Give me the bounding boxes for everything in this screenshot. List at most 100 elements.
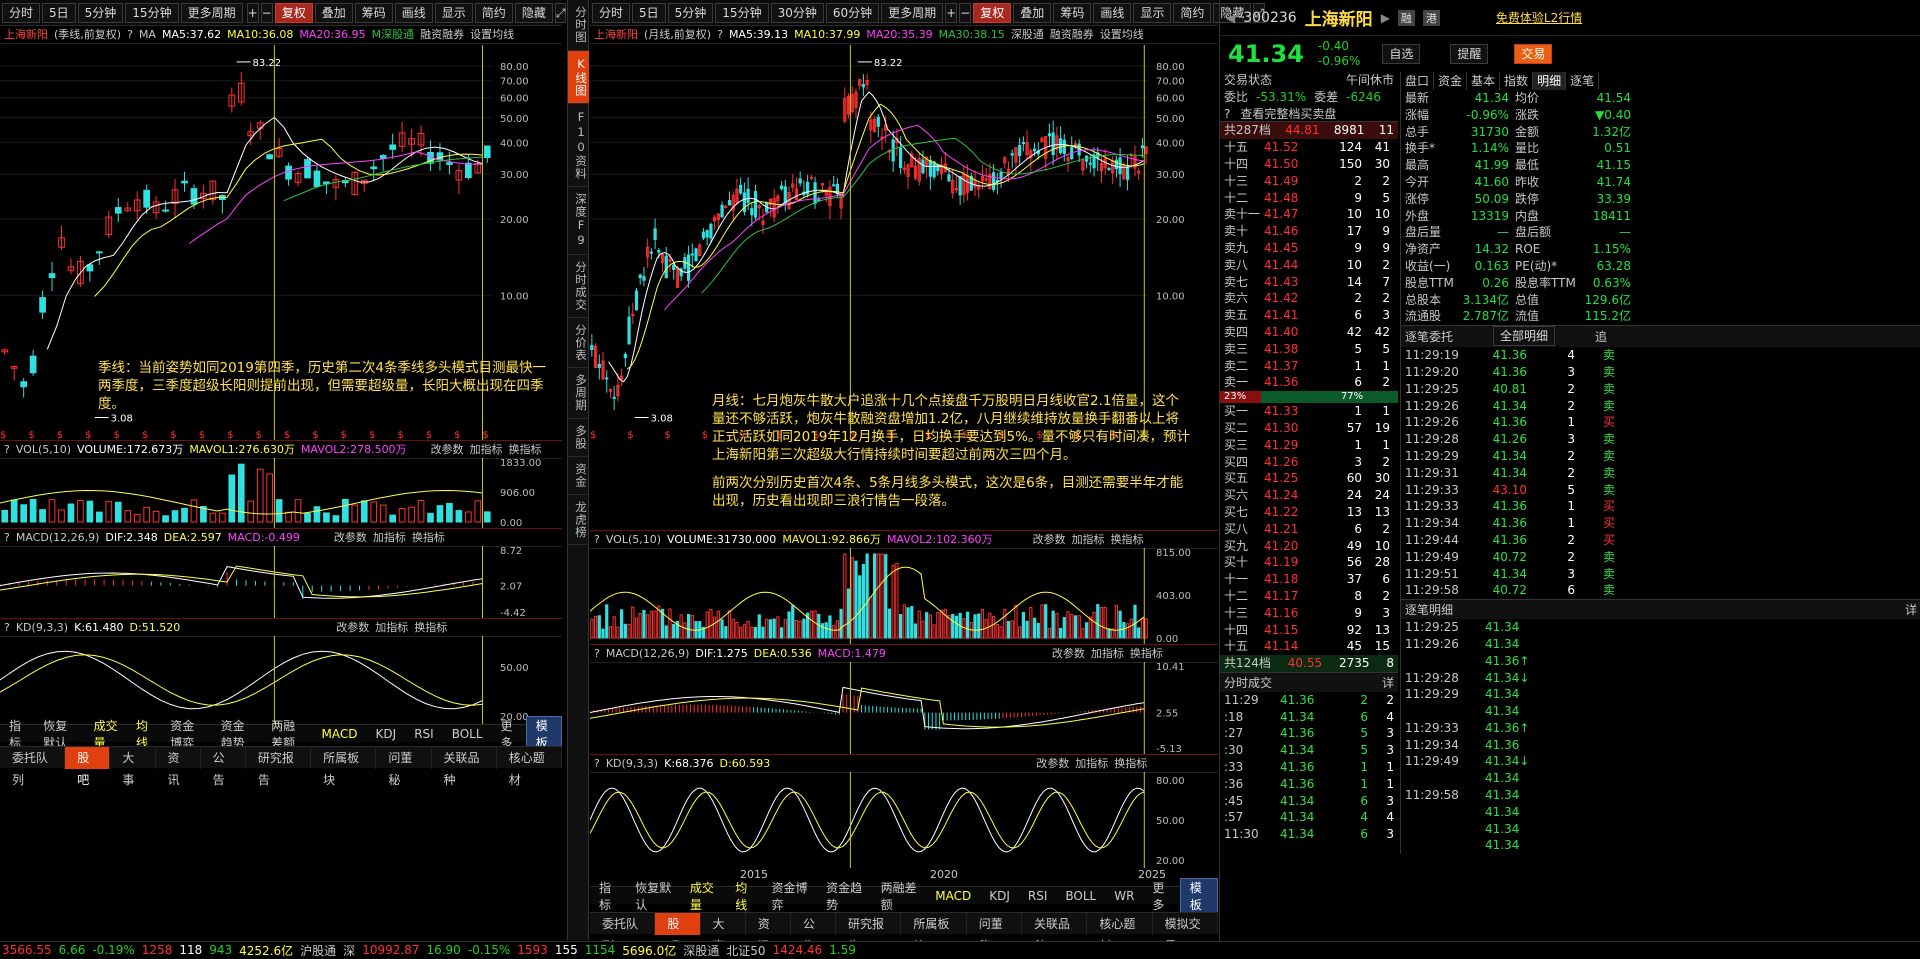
tab-item[interactable]: 指标 [590, 879, 626, 913]
period-fenshi[interactable]: 分时 [2, 2, 41, 23]
add-indicator-link[interactable]: 加指标 [373, 531, 406, 544]
ask-row[interactable]: 卖七 41.43 14 7 [1220, 274, 1398, 291]
tab-item[interactable]: 委托队列 [590, 912, 656, 953]
help-icon[interactable]: ? [594, 647, 600, 660]
set-ma-link[interactable]: 设置均线 [470, 28, 514, 41]
ask-row[interactable]: 十三 41.49 2 2 [1220, 173, 1398, 190]
sh-index[interactable]: 3566.55 [2, 943, 52, 957]
tab-item[interactable]: WR [1105, 889, 1143, 903]
watchlist-button[interactable]: 自选 [1382, 44, 1421, 64]
free-l2-link[interactable]: 免费体验L2行情 [1496, 9, 1582, 26]
margin-link[interactable]: 融资融券 [420, 28, 464, 41]
vtab-item[interactable]: 深度F9 [568, 187, 589, 255]
draw-line-button[interactable]: 画线 [394, 2, 433, 23]
bid-row[interactable]: 买四 41.26 3 2 [1220, 454, 1398, 471]
ticks-detail-button[interactable]: 详 [1382, 673, 1394, 692]
tab-item[interactable]: 两融差额 [872, 879, 927, 913]
tab-item[interactable]: KDJ [980, 889, 1019, 903]
expand-icon[interactable]: ⤢ [554, 2, 567, 23]
adjust-button[interactable]: 复权 [973, 2, 1012, 23]
ask-row[interactable]: 卖四 41.40 42 42 [1220, 324, 1398, 341]
tab-item[interactable]: RSI [405, 727, 443, 741]
full-book-link[interactable]: ? 查看完整档买卖盘 [1220, 106, 1398, 123]
bz-index[interactable]: 1424.46 [773, 943, 823, 957]
add-indicator-link[interactable]: 加指标 [1091, 647, 1124, 660]
sgt-link[interactable]: 深股通 [683, 942, 719, 959]
period-fenshi[interactable]: 分时 [592, 2, 631, 23]
tab-item[interactable]: 核心题材 [497, 746, 562, 787]
swap-indicator-link[interactable]: 换指标 [1130, 647, 1163, 660]
ask-row[interactable]: 卖五 41.41 6 3 [1220, 307, 1398, 324]
tab-item[interactable]: 股吧 [65, 746, 111, 787]
bid-row[interactable]: 十二 41.17 8 2 [1220, 588, 1398, 605]
bid-row[interactable]: 十一 41.18 37 6 [1220, 571, 1398, 588]
add-indicator-link[interactable]: 加指标 [1075, 757, 1108, 770]
tab-item[interactable]: 问董秘 [376, 746, 432, 787]
bid-row[interactable]: 买八 41.21 6 2 [1220, 521, 1398, 538]
edit-params-link[interactable]: 改参数 [431, 443, 464, 456]
tab-item[interactable]: 股吧 [655, 912, 701, 953]
simple-button[interactable]: 简约 [1173, 2, 1212, 23]
tab-item[interactable]: 研究报告 [246, 746, 312, 787]
margin-link[interactable]: 融资融券 [1050, 28, 1094, 41]
ask-row[interactable]: 十四 41.50 150 30 [1220, 156, 1398, 173]
detail-tab[interactable]: 盘口 [1401, 72, 1435, 90]
period-5min[interactable]: 5分钟 [667, 2, 714, 23]
ask-row[interactable]: 卖一 41.36 6 2 [1220, 374, 1398, 391]
swap-indicator-link[interactable]: 换指标 [1114, 757, 1147, 770]
edit-params-link[interactable]: 改参数 [1033, 533, 1066, 546]
detail-tab[interactable]: 资金 [1434, 72, 1468, 90]
zbwt-back-button[interactable]: 追 [1595, 326, 1607, 347]
help-icon[interactable]: ? [594, 757, 600, 770]
tab-item[interactable]: 均线 [726, 879, 762, 913]
bid-row[interactable]: 买五 41.25 60 30 [1220, 470, 1398, 487]
alert-button[interactable]: 提醒 [1450, 44, 1489, 64]
detail-tab[interactable]: 基本 [1467, 72, 1501, 90]
bid-row[interactable]: 买七 41.22 13 13 [1220, 504, 1398, 521]
period-more[interactable]: 更多周期 [881, 2, 944, 23]
zbmx-detail-button[interactable]: 详 [1905, 600, 1917, 619]
minus-icon[interactable]: − [959, 2, 972, 23]
tab-item[interactable]: 资讯 [746, 912, 791, 953]
tab-item[interactable]: 模拟交易 [1153, 912, 1219, 953]
draw-line-button[interactable]: 画线 [1093, 2, 1132, 23]
period-more[interactable]: 更多周期 [180, 2, 243, 23]
bid-row[interactable]: 买三 41.29 1 1 [1220, 437, 1398, 454]
ask-row[interactable]: 卖六 41.42 2 2 [1220, 290, 1398, 307]
hgt-link[interactable]: 沪股通 [300, 942, 336, 959]
tab-item[interactable]: BOLL [1056, 889, 1105, 903]
tab-item[interactable]: 模板 [1179, 877, 1218, 914]
period-30min[interactable]: 30分钟 [770, 2, 824, 23]
plus-icon[interactable]: + [945, 2, 958, 23]
period-15min[interactable]: 15分钟 [715, 2, 769, 23]
hk-link[interactable]: 深股通 [1011, 28, 1044, 41]
tab-item[interactable]: 关联品种 [1022, 912, 1088, 953]
help-icon[interactable]: ? [127, 28, 133, 41]
simple-button[interactable]: 简约 [474, 2, 513, 23]
period-5day[interactable]: 5日 [632, 2, 666, 23]
tab-item[interactable]: MACD [926, 889, 980, 903]
swap-indicator-link[interactable]: 换指标 [412, 531, 445, 544]
bid-row[interactable]: 买二 41.30 57 19 [1220, 420, 1398, 437]
tab-item[interactable]: 资金博弈 [763, 879, 818, 913]
tab-item[interactable]: 更多 [1143, 879, 1179, 913]
ask-row[interactable]: 十二 41.48 9 5 [1220, 190, 1398, 207]
vtab-item[interactable]: 多股 [568, 419, 589, 457]
bid-row[interactable]: 买六 41.24 24 24 [1220, 487, 1398, 504]
add-indicator-link[interactable]: 加指标 [375, 621, 408, 634]
ask-row[interactable]: 卖二 41.37 1 1 [1220, 358, 1398, 375]
tab-item[interactable]: RSI [1019, 889, 1057, 903]
swap-indicator-link[interactable]: 换指标 [414, 621, 447, 634]
bid-row[interactable]: 十四 41.15 92 13 [1220, 622, 1398, 639]
vtab-item[interactable]: 分价表 [568, 318, 589, 368]
bid-row[interactable]: 买一 41.33 1 1 [1220, 403, 1398, 420]
tab-item[interactable]: 大事 [110, 746, 156, 787]
display-button[interactable]: 显示 [1133, 2, 1172, 23]
plus-icon[interactable]: + [246, 2, 259, 23]
period-5min[interactable]: 5分钟 [77, 2, 124, 23]
tab-item[interactable]: 资讯 [156, 746, 201, 787]
bid-row[interactable]: 买九 41.20 49 10 [1220, 538, 1398, 555]
edit-params-link[interactable]: 改参数 [334, 531, 367, 544]
vtab-item[interactable]: F10资料 [568, 104, 589, 187]
vtab-item[interactable]: 分时图 [568, 0, 589, 51]
